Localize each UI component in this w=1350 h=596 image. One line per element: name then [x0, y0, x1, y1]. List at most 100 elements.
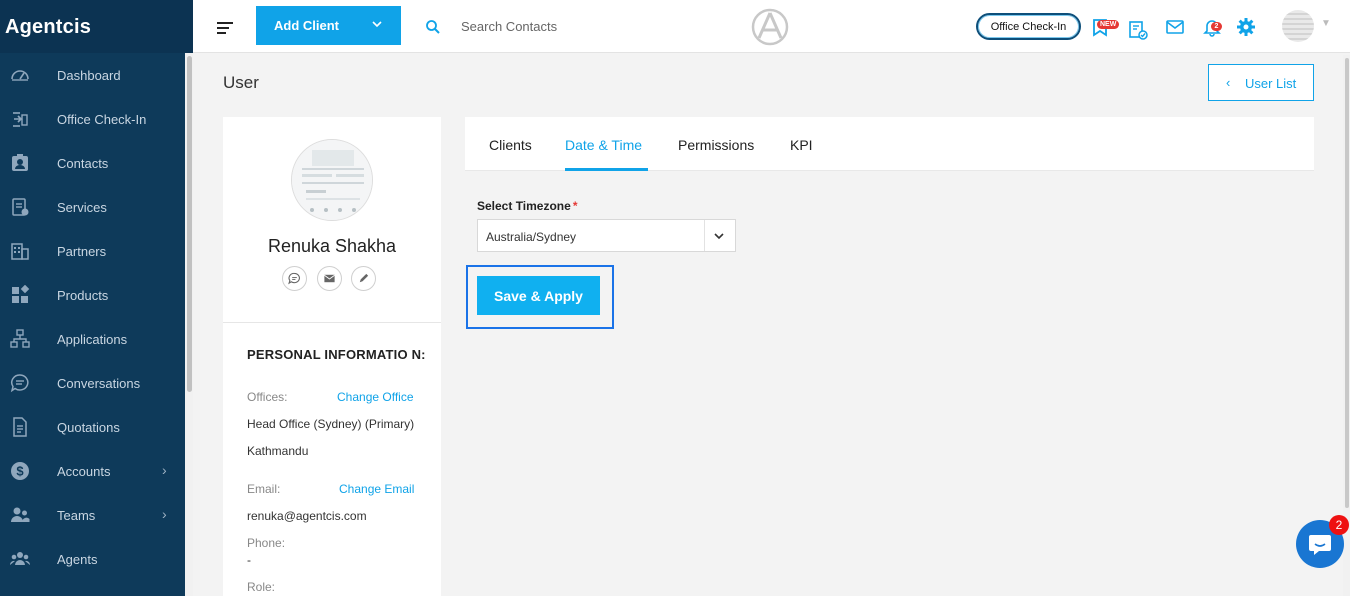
- edit-action-button[interactable]: [351, 266, 376, 291]
- notification-count-badge: 2: [1211, 22, 1222, 31]
- svg-text:$: $: [16, 464, 24, 479]
- quotations-icon: [9, 417, 31, 437]
- sidebar-item-label: Quotations: [57, 420, 120, 435]
- sidebar-item-conversations[interactable]: Conversations: [0, 361, 193, 405]
- email-label: Email:: [247, 482, 281, 496]
- products-icon: [9, 285, 31, 305]
- email-action-button[interactable]: [317, 266, 342, 291]
- mail-icon[interactable]: [1165, 17, 1185, 37]
- timezone-value: Australia/Sydney: [486, 230, 577, 244]
- tab-date-time[interactable]: Date & Time: [565, 137, 642, 153]
- sidebar-item-label: Products: [57, 288, 109, 303]
- pencil-icon: [359, 273, 369, 283]
- conversations-icon: [9, 373, 31, 393]
- office-secondary-value: Kathmandu: [247, 444, 309, 458]
- user-list-button[interactable]: ‹ User List: [1208, 64, 1314, 101]
- chevron-down-icon[interactable]: ▼: [1321, 18, 1331, 29]
- chat-action-button[interactable]: [282, 266, 307, 291]
- sidebar-item-services[interactable]: Services: [0, 185, 193, 229]
- sidebar: Agentcis Dashboard Office Check-In Conta…: [0, 0, 193, 596]
- timezone-label: Select Timezone *: [477, 199, 578, 213]
- menu-toggle-icon[interactable]: [217, 22, 233, 34]
- personal-information-heading: PERSONAL INFORMATIO N:: [247, 347, 426, 362]
- chat-unread-badge: 2: [1329, 515, 1349, 535]
- tab-permissions[interactable]: Permissions: [678, 137, 754, 153]
- sidebar-item-office-checkin[interactable]: Office Check-In: [0, 97, 193, 141]
- agentcis-logo-icon: [751, 8, 789, 46]
- email-value: renuka@agentcis.com: [247, 509, 367, 523]
- sidebar-item-accounts[interactable]: $ Accounts ›: [0, 449, 193, 493]
- sidebar-item-agents[interactable]: Agents: [0, 537, 193, 581]
- sidebar-item-contacts[interactable]: Contacts: [0, 141, 193, 185]
- phone-value: -: [247, 553, 251, 567]
- tab-kpi[interactable]: KPI: [790, 137, 813, 153]
- sidebar-item-label: Applications: [57, 332, 128, 347]
- sidebar-item-quotations[interactable]: Quotations: [0, 405, 193, 449]
- agents-icon: [9, 549, 31, 569]
- applications-icon: [9, 329, 31, 349]
- profile-name: Renuka Shakha: [267, 236, 397, 256]
- page-title: User: [223, 73, 259, 92]
- brand-logo[interactable]: Agentcis: [0, 0, 193, 53]
- office-primary-value: Head Office (Sydney) (Primary): [247, 417, 415, 431]
- sidebar-item-label: Teams: [57, 508, 96, 523]
- office-checkin-button[interactable]: Office Check-In: [976, 13, 1081, 40]
- services-icon: [9, 197, 31, 217]
- chevron-left-icon: ‹: [1226, 75, 1231, 90]
- partners-icon: [9, 241, 31, 261]
- sidebar-item-partners[interactable]: Partners: [0, 229, 193, 273]
- search-icon[interactable]: [425, 19, 441, 35]
- chat-icon: [288, 272, 300, 285]
- user-list-label: User List: [1245, 76, 1297, 91]
- search-input[interactable]: [461, 17, 661, 35]
- offices-label: Offices:: [247, 390, 288, 404]
- contacts-icon: [9, 153, 31, 173]
- chevron-down-icon[interactable]: [371, 18, 383, 30]
- tabs-bar: Clients Date & Time Permissions KPI: [465, 117, 1314, 171]
- sidebar-item-label: Contacts: [57, 156, 109, 171]
- sidebar-item-teams[interactable]: Teams ›: [0, 493, 193, 537]
- role-label: Role:: [247, 580, 276, 594]
- mail-icon: [324, 274, 335, 283]
- profile-card: Renuka Shakha PERSONAL INFORMATIO N: Off…: [223, 117, 441, 596]
- sidebar-item-label: Agents: [57, 552, 98, 567]
- sidebar-item-label: Dashboard: [57, 68, 121, 83]
- add-client-button[interactable]: Add Client: [256, 6, 401, 45]
- profile-photo: [291, 139, 373, 221]
- change-email-link[interactable]: Change Email: [339, 482, 414, 496]
- chat-bubble-icon: [1309, 535, 1331, 555]
- user-avatar[interactable]: [1282, 10, 1314, 42]
- page-scrollbar-thumb[interactable]: [1345, 58, 1349, 508]
- new-badge: NEW: [1097, 20, 1120, 29]
- accounts-icon: $: [9, 461, 31, 481]
- select-divider: [704, 220, 705, 251]
- sidebar-item-label: Services: [57, 200, 107, 215]
- sidebar-nav: Dashboard Office Check-In Contacts Servi…: [0, 53, 193, 581]
- sidebar-item-label: Partners: [57, 244, 107, 259]
- save-apply-button[interactable]: Save & Apply: [477, 276, 600, 315]
- required-marker: *: [572, 199, 578, 213]
- sidebar-item-applications[interactable]: Applications: [0, 317, 193, 361]
- tab-clients[interactable]: Clients: [489, 137, 532, 153]
- sidebar-item-label: Accounts: [57, 464, 111, 479]
- change-office-link[interactable]: Change Office: [337, 390, 414, 404]
- sidebar-item-dashboard[interactable]: Dashboard: [0, 53, 193, 97]
- gear-icon[interactable]: [1236, 17, 1256, 37]
- teams-icon: [9, 505, 31, 525]
- chevron-right-icon: ›: [162, 506, 167, 522]
- topbar: Add Client Office Check-In NEW 2 ▼: [193, 0, 1350, 53]
- active-tab-indicator: [565, 168, 648, 171]
- card-divider: [223, 322, 441, 323]
- phone-label: Phone:: [247, 536, 286, 550]
- chevron-down-icon[interactable]: [713, 230, 725, 242]
- sidebar-item-label: Conversations: [57, 376, 141, 391]
- sidebar-item-products[interactable]: Products: [0, 273, 193, 317]
- sidebar-scrollbar-thumb[interactable]: [187, 56, 192, 392]
- add-client-label: Add Client: [274, 18, 339, 33]
- office-checkin-icon: [9, 109, 31, 129]
- chevron-right-icon: ›: [162, 462, 167, 478]
- sidebar-item-label: Office Check-In: [57, 112, 147, 127]
- timezone-select[interactable]: Australia/Sydney: [477, 219, 736, 252]
- checklist-icon[interactable]: [1128, 20, 1148, 40]
- dashboard-icon: [9, 65, 31, 85]
